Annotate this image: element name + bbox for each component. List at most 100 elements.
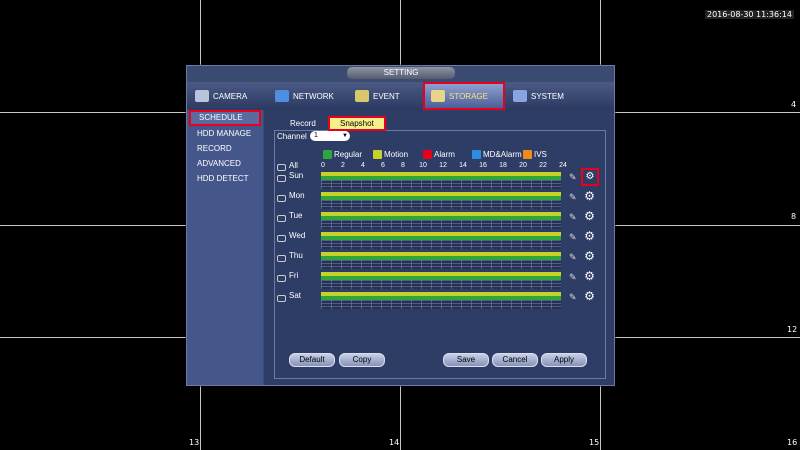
- setting-dialog: SETTING CAMERA NETWORK EVENT STORAGE SYS…: [186, 65, 615, 386]
- tab-event[interactable]: EVENT: [355, 86, 415, 106]
- network-icon: [275, 90, 289, 102]
- legend-label: Motion: [384, 150, 409, 159]
- channel-number: 14: [389, 438, 400, 447]
- gear-icon[interactable]: ⚙: [583, 210, 596, 223]
- pencil-icon[interactable]: ✎: [569, 232, 579, 242]
- day-checkbox[interactable]: [277, 295, 286, 302]
- day-label: Tue: [289, 211, 303, 220]
- schedule-bar[interactable]: [321, 272, 561, 289]
- hour-label: 12: [439, 162, 447, 169]
- pencil-icon[interactable]: ✎: [569, 212, 579, 222]
- day-row-sat: Sat ✎ ⚙: [277, 290, 607, 309]
- legend-md-alarm[interactable]: MD&Alarm: [472, 150, 522, 159]
- top-tabs: CAMERA NETWORK EVENT STORAGE SYSTEM: [187, 82, 614, 110]
- day-checkbox[interactable]: [277, 235, 286, 242]
- pencil-icon[interactable]: ✎: [569, 292, 579, 302]
- legend-label: Regular: [334, 150, 363, 159]
- schedule-bar[interactable]: [321, 192, 561, 209]
- gear-icon[interactable]: ⚙: [583, 290, 596, 303]
- channel-number: 12: [787, 325, 798, 334]
- legend-motion[interactable]: Motion: [373, 150, 408, 159]
- day-checkbox[interactable]: [277, 195, 286, 202]
- schedule-bar[interactable]: [321, 232, 561, 249]
- hour-label: 18: [499, 162, 507, 169]
- default-button[interactable]: Default: [289, 353, 335, 367]
- day-checkbox[interactable]: [277, 275, 286, 282]
- hour-label: 6: [381, 162, 385, 169]
- day-label: Thu: [289, 251, 303, 260]
- hour-label: 24: [559, 162, 567, 169]
- channel-number: 4: [791, 100, 797, 109]
- motion-swatch: [373, 150, 382, 159]
- gear-icon[interactable]: ⚙: [583, 190, 596, 203]
- gear-icon[interactable]: ⚙: [583, 230, 596, 243]
- day-row-tue: Tue ✎ ⚙: [277, 210, 607, 229]
- tab-storage[interactable]: STORAGE: [423, 82, 505, 110]
- day-row-fri: Fri ✎ ⚙: [277, 270, 607, 289]
- sidebar-item-hdd-manage[interactable]: HDD MANAGE: [197, 129, 251, 138]
- channel-number: 8: [791, 212, 797, 221]
- subtab-record[interactable]: Record: [290, 119, 316, 128]
- cancel-button[interactable]: Cancel: [492, 353, 538, 367]
- hour-axis: 0 2 4 6 8 10 12 14 16 18 20 22 24: [321, 162, 567, 172]
- channel-value: 1: [314, 132, 318, 139]
- regular-swatch: [323, 150, 332, 159]
- tab-network[interactable]: NETWORK: [275, 86, 345, 106]
- day-row-wed: Wed ✎ ⚙: [277, 230, 607, 249]
- tab-system[interactable]: SYSTEM: [513, 86, 583, 106]
- chevron-down-icon: ▼: [342, 133, 348, 139]
- legend-label: Alarm: [434, 150, 455, 159]
- legend-label: IVS: [534, 150, 547, 159]
- day-label: Sat: [289, 291, 302, 300]
- schedule-bar[interactable]: [321, 212, 561, 229]
- copy-button[interactable]: Copy: [339, 353, 385, 367]
- ivs-swatch: [523, 150, 532, 159]
- day-label: Wed: [289, 231, 306, 240]
- day-checkbox[interactable]: [277, 175, 286, 182]
- tab-label: EVENT: [373, 91, 400, 101]
- day-checkbox[interactable]: [277, 255, 286, 262]
- schedule-bar[interactable]: [321, 252, 561, 269]
- sidebar-item-record[interactable]: RECORD: [197, 144, 232, 153]
- channel-number: 16: [787, 438, 798, 447]
- camera-icon: [195, 90, 209, 102]
- apply-button[interactable]: Apply: [541, 353, 587, 367]
- gear-icon[interactable]: ⚙: [583, 250, 596, 263]
- storage-icon: [431, 90, 445, 102]
- tab-label: CAMERA: [213, 91, 248, 101]
- subtab-snapshot[interactable]: Snapshot: [328, 116, 386, 131]
- pencil-icon[interactable]: ✎: [569, 192, 579, 202]
- hour-label: 2: [341, 162, 345, 169]
- tab-camera[interactable]: CAMERA: [195, 86, 265, 106]
- gear-icon[interactable]: ⚙: [583, 270, 596, 283]
- sidebar-item-hdd-detect[interactable]: HDD DETECT: [197, 174, 249, 183]
- hour-label: 20: [519, 162, 527, 169]
- legend-regular[interactable]: Regular: [323, 150, 362, 159]
- event-icon: [355, 90, 369, 102]
- sidebar-item-schedule[interactable]: SCHEDULE: [189, 110, 261, 126]
- tab-label: NETWORK: [293, 91, 334, 101]
- day-checkbox[interactable]: [277, 215, 286, 222]
- legend-label: MD&Alarm: [483, 150, 522, 159]
- save-button[interactable]: Save: [443, 353, 489, 367]
- pencil-icon[interactable]: ✎: [569, 172, 579, 182]
- sidebar: SCHEDULE HDD MANAGE RECORD ADVANCED HDD …: [187, 110, 263, 385]
- pencil-icon[interactable]: ✎: [569, 272, 579, 282]
- legend-alarm[interactable]: Alarm: [423, 150, 455, 159]
- gear-icon[interactable]: ⚙: [581, 168, 599, 186]
- schedule-bar[interactable]: [321, 172, 561, 189]
- hour-label: 10: [419, 162, 427, 169]
- tab-label: SYSTEM: [531, 91, 564, 101]
- channel-number: 15: [589, 438, 600, 447]
- schedule-bar[interactable]: [321, 292, 561, 309]
- hour-label: 22: [539, 162, 547, 169]
- all-checkbox[interactable]: [277, 164, 286, 171]
- channel-select[interactable]: 1 ▼: [310, 131, 350, 141]
- legend-ivs[interactable]: IVS: [523, 150, 547, 159]
- hour-label: 16: [479, 162, 487, 169]
- tab-label: STORAGE: [449, 91, 488, 101]
- pencil-icon[interactable]: ✎: [569, 252, 579, 262]
- day-label: Sun: [289, 171, 304, 180]
- channel-label: Channel: [277, 132, 307, 141]
- sidebar-item-advanced[interactable]: ADVANCED: [197, 159, 241, 168]
